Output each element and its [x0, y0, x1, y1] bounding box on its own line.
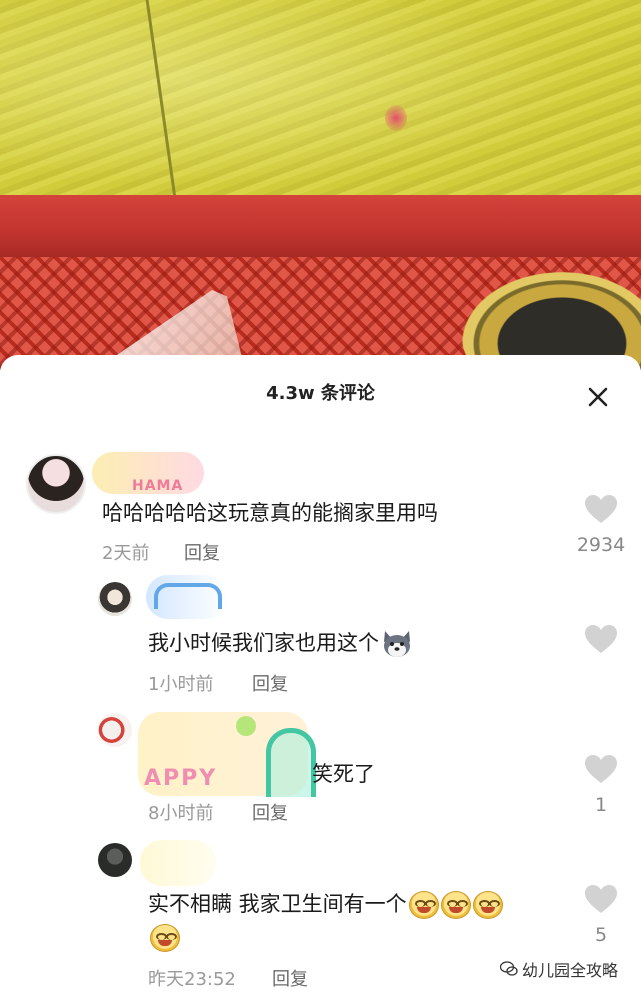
heart-icon[interactable] — [584, 494, 618, 524]
comment-text: 实不相瞒 我家卫生间有一个 — [148, 892, 407, 916]
grin-emoji-icon — [440, 891, 471, 919]
username-sticker[interactable]: HAMA — [92, 452, 204, 494]
heart-icon[interactable] — [584, 754, 618, 784]
comment-text-row-2 — [148, 924, 180, 952]
wall-spot — [385, 105, 407, 131]
grin-emoji-icon — [408, 891, 439, 919]
comment-text: 哈哈哈哈哈这玩意真的能搁家里用吗 — [102, 501, 438, 525]
husky-emoji-icon — [381, 629, 413, 659]
username-sticker[interactable] — [140, 840, 216, 886]
grin-emoji-icon — [472, 891, 503, 919]
comment-text: 笑死了 — [312, 762, 375, 786]
comment-text: 我小时候我们家也用这个 — [148, 631, 379, 655]
video-background[interactable] — [0, 0, 641, 370]
sticker-dot — [236, 716, 256, 736]
comment-text-row: 我小时候我们家也用这个 — [148, 627, 413, 659]
avatar[interactable] — [98, 843, 132, 877]
red-basket-rim — [0, 195, 641, 257]
comments-title: 4.3w 条评论 — [266, 383, 375, 404]
heart-icon[interactable] — [584, 884, 618, 914]
comment-time: 1小时前 — [148, 674, 214, 695]
username-sticker-text: APPY — [144, 766, 218, 791]
close-button[interactable] — [582, 381, 614, 413]
comment-time: 2天前 — [102, 543, 150, 564]
like-count: 5 — [594, 924, 608, 946]
username-sticker-text: HAMA — [132, 478, 184, 494]
username-sticker[interactable] — [146, 575, 228, 619]
heart-icon[interactable] — [584, 624, 618, 654]
avatar[interactable] — [26, 454, 86, 514]
avatar[interactable] — [98, 582, 132, 616]
reply-button[interactable]: 回复 — [252, 670, 288, 696]
reply-button[interactable]: 回复 — [184, 539, 220, 565]
comment-time: 昨天23:52 — [148, 969, 236, 990]
username-sticker[interactable]: APPY — [138, 712, 316, 797]
close-icon — [588, 387, 608, 407]
yellow-wall — [0, 0, 641, 205]
comment-time: 8小时前 — [148, 803, 214, 824]
avatar[interactable] — [98, 713, 132, 747]
grin-emoji-icon — [150, 924, 180, 952]
comment-text-row: 实不相瞒 我家卫生间有一个 — [148, 888, 503, 919]
like-count: 1 — [594, 794, 608, 816]
reply-button[interactable]: 回复 — [252, 799, 288, 825]
reply-button[interactable]: 回复 — [272, 965, 308, 991]
wechat-icon — [500, 961, 518, 976]
watermark-text: 幼儿园全攻略 — [522, 961, 619, 980]
like-count: 2934 — [576, 534, 626, 556]
